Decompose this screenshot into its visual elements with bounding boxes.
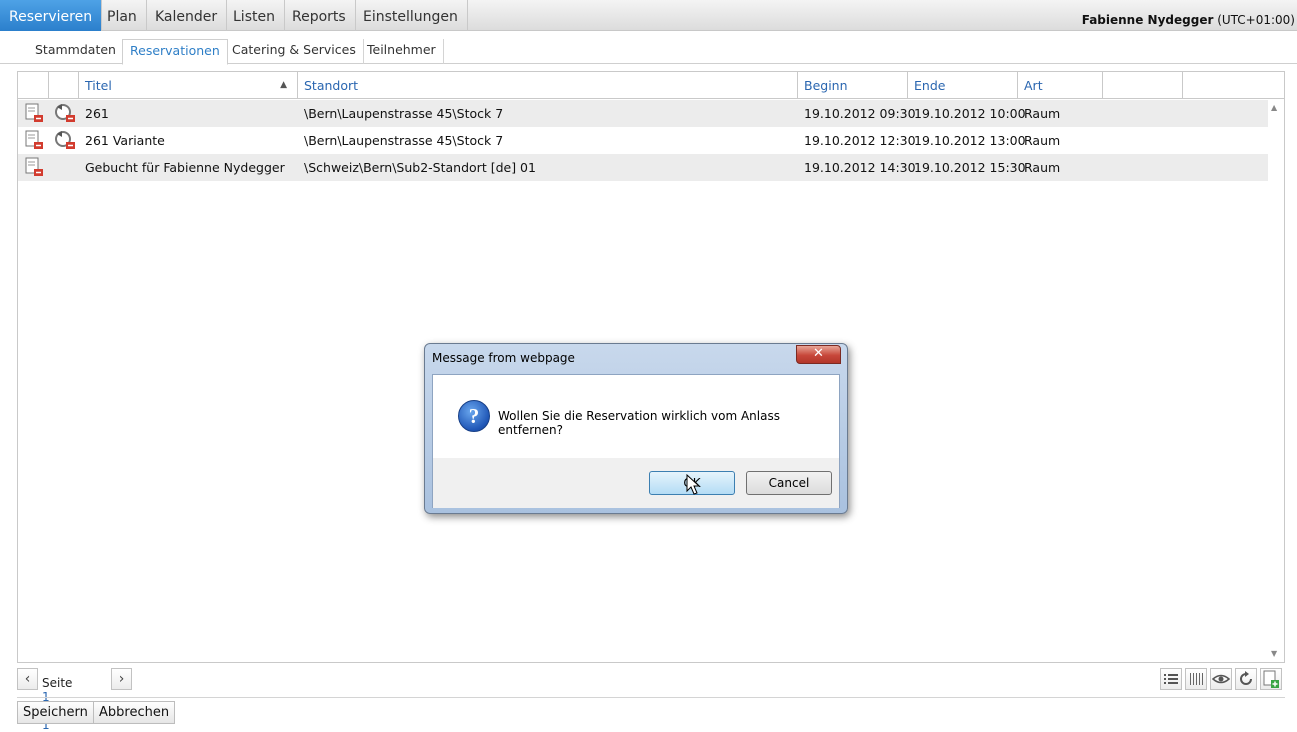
menu-kalender[interactable]: Kalender — [146, 0, 228, 31]
cell-beginn: 19.10.2012 09:30 — [804, 106, 916, 121]
remove-series-icon[interactable] — [54, 103, 75, 123]
header-empty-col-1 — [1103, 72, 1183, 99]
cancel-button[interactable]: Abbrechen — [93, 701, 176, 724]
cell-ende: 19.10.2012 10:00 — [914, 106, 1026, 121]
cell-standort: \Schweiz\Bern\Sub2-Standort [de] 01 — [304, 160, 536, 175]
cell-beginn: 19.10.2012 12:30 — [804, 133, 916, 148]
user-info: Fabienne Nydegger (UTC+01:00) — [1082, 13, 1295, 27]
table-row[interactable]: 261 \Bern\Laupenstrasse 45\Stock 7 19.10… — [18, 100, 1268, 127]
user-name: Fabienne Nydegger — [1081, 13, 1214, 27]
remove-document-icon[interactable] — [24, 130, 44, 150]
menu-einstellungen[interactable]: Einstellungen — [354, 0, 468, 31]
cell-titel: 261 Variante — [85, 133, 165, 148]
save-button[interactable]: Speichern — [17, 701, 94, 724]
page-label: Seite — [42, 676, 73, 690]
cell-titel: Gebucht für Fabienne Nydegger — [85, 160, 285, 175]
header-icon-col-2 — [49, 72, 79, 99]
cell-art: Raum — [1024, 133, 1061, 148]
eye-icon — [1211, 674, 1231, 684]
columns-button[interactable] — [1185, 668, 1207, 690]
header-empty-col-2 — [1183, 72, 1284, 99]
scroll-up-icon[interactable]: ▲ — [1271, 103, 1277, 112]
header-icon-col-1 — [18, 72, 49, 99]
remove-document-icon[interactable] — [24, 103, 44, 123]
mouse-cursor-icon — [686, 474, 700, 495]
list-view-button[interactable] — [1160, 668, 1182, 690]
view-button[interactable] — [1210, 668, 1232, 690]
header-titel-label: Titel — [85, 78, 112, 93]
columns-icon — [1190, 673, 1203, 685]
dialog-message: Wollen Sie die Reservation wirklich vom … — [498, 409, 780, 437]
remove-series-icon[interactable] — [54, 130, 75, 150]
dialog-cancel-button[interactable]: Cancel — [746, 471, 832, 495]
chevron-left-icon: ‹ — [24, 671, 31, 687]
confirm-dialog: Message from webpage ✕ ? Wollen Sie die … — [424, 343, 848, 514]
vertical-scrollbar[interactable]: ▲ ▼ — [1268, 99, 1284, 662]
cell-titel: 261 — [85, 106, 109, 121]
main-menu-bar: Reservieren Plan Kalender Listen Reports… — [0, 0, 1297, 31]
tab-stammdaten[interactable]: Stammdaten — [28, 39, 124, 64]
grid-toolbar — [1160, 668, 1285, 691]
tab-reservationen[interactable]: Reservationen — [122, 39, 228, 65]
table-row[interactable]: Gebucht für Fabienne Nydegger \Schweiz\B… — [18, 154, 1268, 181]
close-icon: ✕ — [813, 346, 824, 361]
next-page-button[interactable]: › — [111, 668, 132, 690]
cell-art: Raum — [1024, 160, 1061, 175]
tab-teilnehmer[interactable]: Teilnehmer — [360, 39, 444, 64]
header-art[interactable]: Art — [1018, 72, 1103, 99]
chevron-right-icon: › — [118, 671, 125, 687]
question-icon: ? — [458, 400, 490, 432]
cell-art: Raum — [1024, 106, 1061, 121]
cell-standort: \Bern\Laupenstrasse 45\Stock 7 — [304, 106, 504, 121]
remove-document-icon[interactable] — [24, 157, 44, 177]
menu-reports[interactable]: Reports — [283, 0, 356, 31]
footer-divider — [17, 697, 1285, 698]
header-titel[interactable]: Titel ▲ — [79, 72, 298, 99]
previous-page-button[interactable]: ‹ — [17, 668, 38, 690]
cell-ende: 19.10.2012 15:30 — [914, 160, 1026, 175]
add-document-button[interactable] — [1260, 668, 1282, 690]
menu-plan[interactable]: Plan — [98, 0, 147, 31]
refresh-icon — [1240, 671, 1252, 685]
list-icon — [1164, 674, 1178, 684]
table-row[interactable]: 261 Variante \Bern\Laupenstrasse 45\Stoc… — [18, 127, 1268, 154]
header-ende[interactable]: Ende — [908, 72, 1018, 99]
menu-listen[interactable]: Listen — [224, 0, 285, 31]
refresh-button[interactable] — [1235, 668, 1257, 690]
dialog-close-button[interactable]: ✕ — [796, 345, 841, 364]
sort-ascending-icon: ▲ — [280, 80, 287, 90]
scroll-down-icon[interactable]: ▼ — [1271, 649, 1277, 658]
sub-tab-bar: Stammdaten Reservationen Catering & Serv… — [0, 31, 1297, 65]
cell-standort: \Bern\Laupenstrasse 45\Stock 7 — [304, 133, 504, 148]
dialog-title: Message from webpage — [432, 351, 575, 365]
user-timezone: (UTC+01:00) — [1217, 13, 1295, 27]
header-standort[interactable]: Standort — [298, 72, 798, 99]
add-document-icon — [1263, 670, 1279, 688]
menu-reservieren[interactable]: Reservieren — [0, 0, 103, 31]
grid-header: Titel ▲ Standort Beginn Ende Art — [18, 72, 1284, 99]
tab-catering-services[interactable]: Catering & Services — [225, 39, 364, 64]
cell-beginn: 19.10.2012 14:30 — [804, 160, 916, 175]
cell-ende: 19.10.2012 13:00 — [914, 133, 1026, 148]
dialog-footer: OK Cancel — [433, 458, 839, 508]
header-beginn[interactable]: Beginn — [798, 72, 908, 99]
dialog-body: ? Wollen Sie die Reservation wirklich vo… — [432, 374, 840, 508]
